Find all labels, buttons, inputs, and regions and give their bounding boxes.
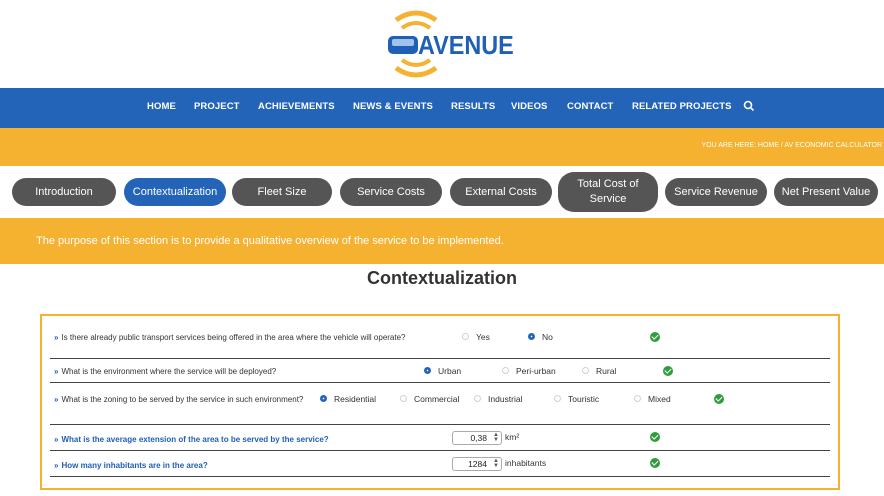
radio-residential[interactable] xyxy=(320,395,327,402)
radio-label-rural: Rural xyxy=(596,366,617,376)
double-chevron-icon: » xyxy=(54,461,59,470)
radio-label-industrial: Industrial xyxy=(488,394,523,404)
radio-label-urban: Urban xyxy=(438,366,462,376)
radio-label-residential: Residential xyxy=(334,394,377,404)
extension-input[interactable]: 0,38 ▲ ▼ xyxy=(452,431,502,445)
tab-fleet-size[interactable]: Fleet Size xyxy=(232,178,332,206)
radio-label-commercial: Commercial xyxy=(414,394,460,404)
tab-contextualization[interactable]: Contextualization xyxy=(124,178,226,206)
double-chevron-icon: » xyxy=(54,367,59,376)
question-text: » Is there already public transport servi… xyxy=(54,333,406,342)
question-row: » Is there already public transport servi… xyxy=(50,324,830,359)
radio-rural[interactable] xyxy=(582,367,589,374)
nav-contact[interactable]: CONTACT xyxy=(567,101,613,112)
tab-total-cost-of-service[interactable]: Total Cost of Service xyxy=(558,172,658,212)
check-icon xyxy=(650,432,660,442)
breadcrumb-bar: YOU ARE HERE: HOME / AV ECONOMIC CALCULA… xyxy=(0,128,884,166)
radio-label-touristic: Touristic xyxy=(568,394,600,404)
questions-panel: » Is there already public transport servi… xyxy=(40,314,840,490)
radio-touristic[interactable] xyxy=(554,395,561,402)
tab-introduction[interactable]: Introduction xyxy=(12,178,116,206)
radio-commercial[interactable] xyxy=(400,395,407,402)
nav-news-events[interactable]: NEWS & EVENTS xyxy=(353,101,433,112)
radio-industrial[interactable] xyxy=(474,395,481,402)
radio-no[interactable] xyxy=(528,333,535,340)
radio-mixed[interactable] xyxy=(634,395,641,402)
spinner-icon[interactable]: ▲ ▼ xyxy=(493,458,499,469)
tab-service-revenue[interactable]: Service Revenue xyxy=(665,178,767,206)
unit-label: inhabitants xyxy=(505,458,547,468)
breadcrumb[interactable]: YOU ARE HERE: HOME / AV ECONOMIC CALCULA… xyxy=(702,142,882,149)
nav-project[interactable]: PROJECT xyxy=(194,101,240,112)
calculator-tabs: Introduction Contextualization Fleet Siz… xyxy=(0,172,884,212)
nav-related-projects[interactable]: RELATED PROJECTS xyxy=(632,101,732,112)
question-row: » What is the zoning to be served by the … xyxy=(50,384,830,425)
double-chevron-icon: » xyxy=(54,435,59,444)
radio-label-peri-urban: Peri-urban xyxy=(516,366,556,376)
radio-peri-urban[interactable] xyxy=(502,367,509,374)
question-row: » What is the average extension of the ar… xyxy=(50,426,830,451)
radio-label-mixed: Mixed xyxy=(648,394,671,404)
question-text: » How many inhabitants are in the area? xyxy=(54,461,208,470)
nav-achievements[interactable]: ACHIEVEMENTS xyxy=(258,101,335,112)
inhabitants-input[interactable]: 1284 ▲ ▼ xyxy=(452,457,502,471)
tab-net-present-value[interactable]: Net Present Value xyxy=(774,178,878,206)
nav-results[interactable]: RESULTS xyxy=(451,101,495,112)
tab-external-costs[interactable]: External Costs xyxy=(450,178,552,206)
radio-label-yes: Yes xyxy=(476,332,490,342)
question-row: » What is the environment where the servi… xyxy=(50,360,830,383)
avenue-logo[interactable]: AVENUE xyxy=(378,8,538,80)
check-icon xyxy=(663,366,673,376)
logo-text: AVENUE xyxy=(418,30,514,60)
question-text: » What is the average extension of the ar… xyxy=(54,435,329,444)
radio-yes[interactable] xyxy=(462,333,469,340)
check-icon xyxy=(650,332,660,342)
double-chevron-icon: » xyxy=(54,333,59,342)
nav-videos[interactable]: VIDEOS xyxy=(511,101,548,112)
radio-urban[interactable] xyxy=(424,367,431,374)
spinner-icon[interactable]: ▲ ▼ xyxy=(493,432,499,443)
radio-label-no: No xyxy=(542,332,553,342)
double-chevron-icon: » xyxy=(54,395,59,404)
question-text: » What is the environment where the servi… xyxy=(54,367,277,376)
unit-label: km² xyxy=(505,432,520,442)
question-row: » How many inhabitants are in the area? 1… xyxy=(50,452,830,477)
info-text: The purpose of this section is to provid… xyxy=(36,235,504,247)
check-icon xyxy=(714,394,724,404)
info-banner: The purpose of this section is to provid… xyxy=(0,218,884,264)
question-text: » What is the zoning to be served by the … xyxy=(54,395,304,404)
section-title: Contextualization xyxy=(366,268,517,288)
search-icon[interactable] xyxy=(743,100,755,112)
nav-home[interactable]: HOME xyxy=(147,101,176,112)
tab-service-costs[interactable]: Service Costs xyxy=(340,178,442,206)
check-icon xyxy=(650,458,660,468)
main-navigation: HOME PROJECT ACHIEVEMENTS NEWS & EVENTS … xyxy=(0,88,884,128)
